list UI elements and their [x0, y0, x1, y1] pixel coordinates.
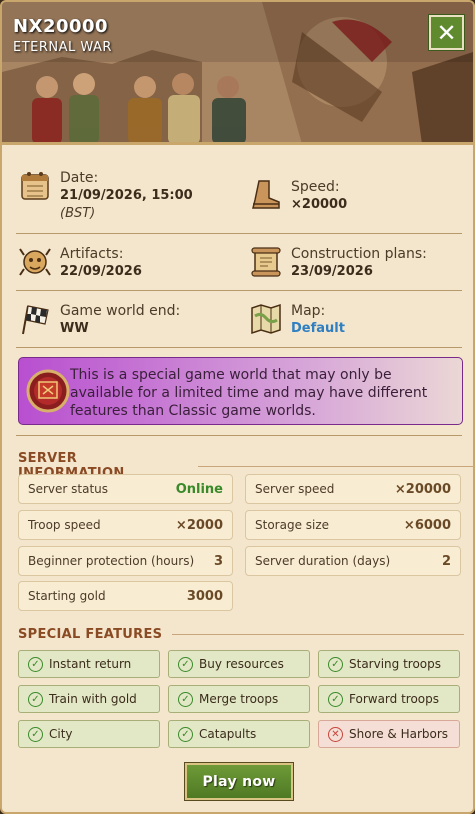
check-icon: ✓	[328, 691, 343, 707]
stat-value: ×6000	[403, 517, 451, 533]
play-now-button[interactable]: Play now	[184, 762, 294, 801]
info-game-world-end: Game world end: WW	[18, 302, 180, 338]
feature-label: Merge troops	[199, 692, 279, 706]
special-world-notice: This is a special game world that may on…	[18, 357, 463, 425]
special-world-text: This is a special game world that may on…	[70, 367, 428, 419]
date-timezone: (BST)	[60, 206, 96, 221]
stat-value: 3	[213, 553, 223, 569]
close-icon: ✕	[436, 18, 457, 47]
date-value: 21/09/2026, 15:00	[60, 188, 193, 203]
boot-icon	[252, 180, 280, 209]
stat-value: 3000	[186, 588, 223, 604]
feature-label: Starving troops	[349, 657, 442, 671]
artifact-mask-icon	[19, 248, 51, 276]
game-world-end-label: Game world end:	[60, 303, 181, 319]
check-icon: ✓	[178, 726, 193, 742]
divider	[16, 347, 462, 348]
feature-label: Catapults	[199, 727, 257, 741]
stat-label: Server speed	[255, 482, 335, 496]
stat-server-status: Server status Online	[18, 474, 233, 504]
check-icon: ✓	[328, 656, 343, 672]
divider	[16, 290, 462, 291]
special-features-title: SPECIAL FEATURES	[18, 627, 163, 642]
divider	[16, 435, 462, 436]
check-icon: ✓	[178, 656, 193, 672]
stat-server-duration: Server duration (days) 2	[245, 546, 461, 576]
check-icon: ✓	[28, 726, 43, 742]
feature-catapults: ✓ Catapults	[168, 720, 310, 748]
info-date: Date: 21/09/2026, 15:00 (BST)	[18, 169, 193, 223]
feature-instant-return: ✓ Instant return	[18, 650, 160, 678]
map-label: Map:	[291, 303, 326, 319]
stat-value: ×20000	[394, 481, 451, 497]
construction-plans-label: Construction plans:	[291, 246, 427, 262]
speed-value: ×20000	[291, 197, 348, 212]
artifacts-value: 22/09/2026	[60, 264, 142, 279]
feature-label: Forward troops	[349, 692, 439, 706]
check-icon: ✓	[28, 691, 43, 707]
feature-label: City	[49, 727, 73, 741]
check-icon: ✓	[178, 691, 193, 707]
feature-city: ✓ City	[18, 720, 160, 748]
close-button[interactable]: ✕	[428, 14, 465, 51]
feature-starving-troops: ✓ Starving troops	[318, 650, 460, 678]
stat-starting-gold: Starting gold 3000	[18, 581, 233, 611]
feature-label: Instant return	[49, 657, 132, 671]
stat-value: 2	[441, 553, 451, 569]
stat-label: Troop speed	[28, 518, 101, 532]
info-construction-plans: Construction plans: 23/09/2026	[249, 245, 427, 281]
header-banner: NX20000 ETERNAL WAR ✕	[2, 2, 473, 144]
construction-plans-value: 23/09/2026	[291, 264, 373, 279]
checkered-flag-icon	[22, 305, 49, 335]
feature-merge-troops: ✓ Merge troops	[168, 685, 310, 713]
check-icon: ✓	[28, 656, 43, 672]
stat-value: Online	[175, 481, 223, 497]
heading-line	[172, 634, 465, 635]
feature-shore-harbors: ✕ Shore & Harbors	[318, 720, 460, 748]
feature-buy-resources: ✓ Buy resources	[168, 650, 310, 678]
server-name: NX20000	[13, 16, 109, 37]
stat-beginner-protection: Beginner protection (hours) 3	[18, 546, 233, 576]
artifacts-label: Artifacts:	[60, 246, 124, 262]
stat-label: Storage size	[255, 518, 330, 532]
feature-label: Buy resources	[199, 657, 284, 671]
scroll-icon	[251, 247, 281, 277]
stat-server-speed: Server speed ×20000	[245, 474, 461, 504]
special-world-badge-icon	[26, 369, 70, 413]
feature-label: Train with gold	[49, 692, 137, 706]
divider	[16, 233, 462, 234]
server-subtitle: ETERNAL WAR	[13, 40, 112, 55]
feature-train-with-gold: ✓ Train with gold	[18, 685, 160, 713]
stat-label: Server status	[28, 482, 109, 496]
speed-label: Speed:	[291, 179, 340, 195]
stat-troop-speed: Troop speed ×2000	[18, 510, 233, 540]
info-artifacts: Artifacts: 22/09/2026	[18, 245, 142, 281]
game-world-end-value: WW	[60, 321, 89, 336]
feature-label: Shore & Harbors	[349, 727, 449, 741]
special-features-heading: SPECIAL FEATURES	[18, 627, 465, 642]
map-icon	[251, 303, 281, 335]
server-details-card: NX20000 ETERNAL WAR ✕ Date: 21/09/2026, …	[0, 0, 475, 814]
header-divider	[2, 142, 473, 145]
info-map: Map: Default	[249, 302, 345, 338]
feature-forward-troops: ✓ Forward troops	[318, 685, 460, 713]
stat-storage-size: Storage size ×6000	[245, 510, 461, 540]
stat-value: ×2000	[175, 517, 223, 533]
map-link[interactable]: Default	[291, 320, 345, 338]
calendar-icon	[21, 172, 49, 200]
stat-label: Beginner protection (hours)	[28, 554, 195, 568]
stat-label: Server duration (days)	[255, 554, 391, 568]
stat-label: Starting gold	[28, 589, 106, 603]
date-label: Date:	[60, 170, 99, 186]
heading-line	[197, 465, 473, 467]
info-speed: Speed: ×20000	[249, 178, 347, 214]
cross-icon: ✕	[328, 726, 343, 742]
